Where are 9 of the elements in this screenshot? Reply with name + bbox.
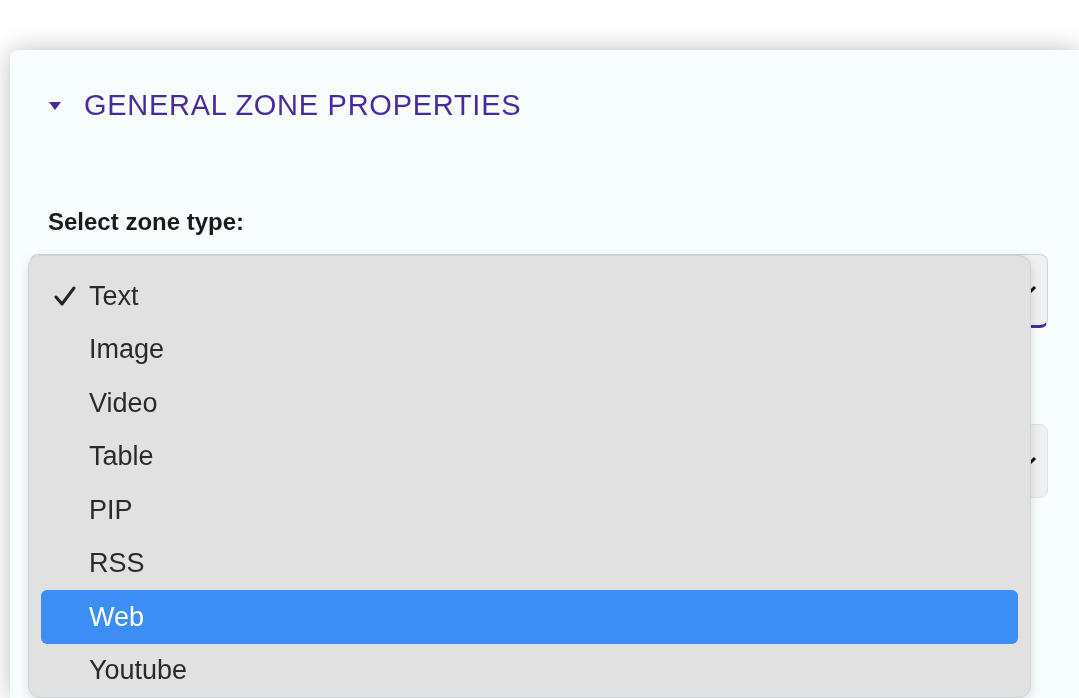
field-label: Select zone type:: [48, 207, 245, 237]
menu-item[interactable]: Video: [41, 376, 1018, 430]
menu-item[interactable]: Text: [41, 269, 1018, 323]
menu-item[interactable]: Youtube: [41, 643, 1018, 697]
menu-item[interactable]: PIP: [41, 483, 1018, 537]
section-header[interactable]: GENERAL ZONE PROPERTIES: [48, 86, 522, 126]
menu-item[interactable]: Image: [41, 322, 1018, 376]
menu-item[interactable]: RSS: [41, 536, 1018, 590]
menu-item[interactable]: Table: [41, 429, 1018, 483]
